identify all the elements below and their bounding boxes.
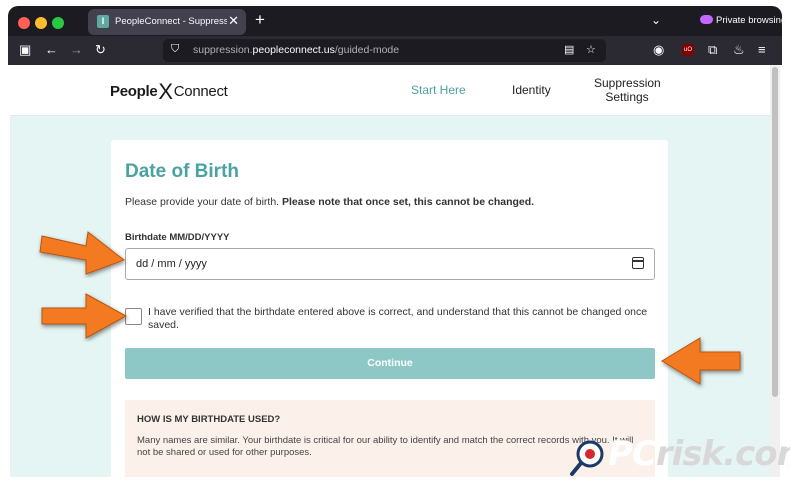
tab-close-icon[interactable]: ✕: [228, 13, 239, 29]
dob-form-card: Date of Birth Please provide your date o…: [111, 140, 668, 477]
arrow-to-continue-icon: [661, 337, 741, 385]
firefox-view-icon[interactable]: ♨: [733, 42, 745, 58]
watermark-risk: risk.com: [655, 434, 790, 474]
calendar-icon[interactable]: [632, 257, 644, 269]
url-prefix: suppression.: [193, 44, 253, 56]
watermark-text: PCrisk.com: [608, 434, 790, 474]
reload-icon[interactable]: ↻: [95, 42, 106, 58]
url-domain: peopleconnect.us: [252, 44, 335, 56]
url-text[interactable]: suppression.peopleconnect.us/guided-mode: [193, 44, 399, 56]
page-title: Date of Birth: [125, 161, 239, 182]
back-arrow-icon[interactable]: ←: [45, 42, 58, 58]
url-path: /guided-mode: [334, 44, 400, 56]
account-icon[interactable]: ◉: [653, 42, 664, 58]
close-window-button[interactable]: [18, 17, 30, 29]
minimize-window-button[interactable]: [35, 17, 47, 29]
reader-view-icon[interactable]: ▤: [564, 43, 574, 56]
nav-identity[interactable]: Identity: [512, 83, 551, 97]
favicon-icon: I: [97, 15, 109, 28]
browser-tab[interactable]: I PeopleConnect - Suppression C ✕: [88, 9, 246, 35]
nav-suppression-settings[interactable]: Suppression Settings: [594, 76, 661, 104]
verify-checkbox-label[interactable]: I have verified that the birthdate enter…: [148, 306, 658, 332]
tab-strip: I PeopleConnect - Suppression C ✕ + ⌄ Pr…: [8, 6, 786, 36]
ublock-extension-icon[interactable]: uO: [682, 44, 694, 56]
form-description: Please provide your date of birth. Pleas…: [125, 196, 534, 208]
logo-connect: Connect: [173, 83, 228, 100]
arrow-to-date-icon: [39, 231, 126, 275]
tab-list-chevron-icon[interactable]: ⌄: [651, 13, 661, 27]
private-browsing-label: Private browsing: [716, 15, 787, 26]
new-tab-button[interactable]: +: [255, 10, 265, 30]
watermark-pc: PC: [608, 434, 657, 474]
logo-x: X: [158, 79, 173, 104]
logo-people: People: [110, 83, 158, 100]
sidebar-icon[interactable]: ▣: [19, 42, 31, 58]
maximize-window-button[interactable]: [52, 17, 64, 29]
birthdate-label: Birthdate MM/DD/YYYY: [125, 232, 230, 243]
pcrisk-watermark: PCrisk.com: [568, 432, 790, 480]
private-browsing-indicator: Private browsing: [700, 15, 786, 26]
description-warning: Please note that once set, this cannot b…: [282, 196, 535, 208]
url-bar[interactable]: ⛉ suppression.peopleconnect.us/guided-mo…: [163, 39, 606, 62]
menu-hamburger-icon[interactable]: ≡: [758, 42, 766, 58]
private-mask-icon: [700, 15, 713, 24]
description-text: Please provide your date of birth.: [125, 196, 280, 208]
info-title: HOW IS MY BIRTHDATE USED?: [137, 414, 281, 425]
shield-icon[interactable]: ⛉: [171, 43, 179, 56]
page-scrollbar[interactable]: [770, 65, 780, 477]
peopleconnect-logo[interactable]: PeopleXConnect: [110, 79, 228, 105]
forward-arrow-icon[interactable]: →: [70, 42, 83, 58]
magnifier-logo-icon: [570, 440, 604, 476]
birthdate-placeholder: dd / mm / yyyy: [136, 258, 207, 270]
continue-button[interactable]: Continue: [125, 348, 655, 379]
extensions-icon[interactable]: ⧉: [708, 42, 717, 58]
browser-window: I PeopleConnect - Suppression C ✕ + ⌄ Pr…: [0, 0, 790, 486]
bookmark-star-icon[interactable]: ☆: [586, 43, 596, 56]
site-header: PeopleXConnect Start Here Identity Suppr…: [10, 65, 770, 116]
birthdate-input[interactable]: dd / mm / yyyy: [125, 248, 655, 280]
scrollbar-thumb[interactable]: [772, 67, 778, 397]
tab-title: PeopleConnect - Suppression C: [115, 16, 227, 27]
arrow-to-checkbox-icon: [41, 293, 128, 339]
nav-start-here[interactable]: Start Here: [411, 83, 466, 97]
info-text: Many names are similar. Your birthdate i…: [137, 435, 634, 458]
nav-toolbar: ▣ ← → ↻ ⛉ suppression.peopleconnect.us/g…: [8, 36, 782, 65]
